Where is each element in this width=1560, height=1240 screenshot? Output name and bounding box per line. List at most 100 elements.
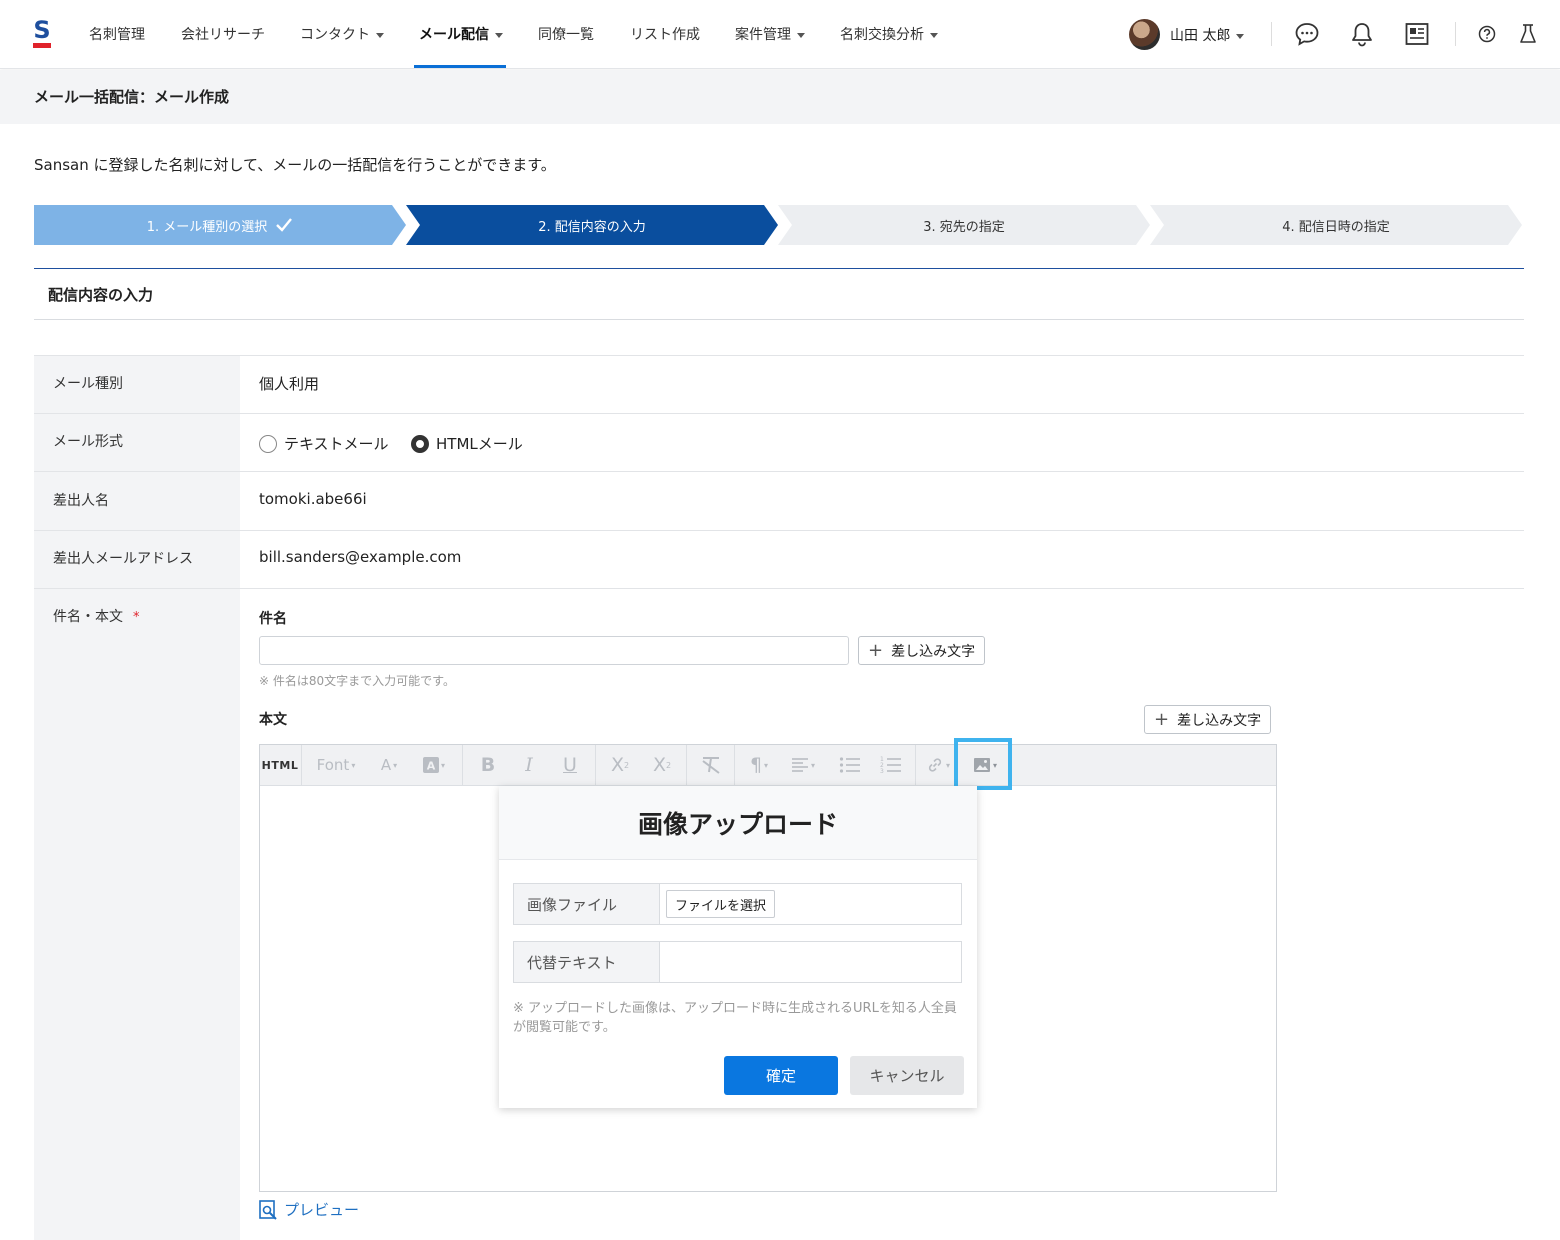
chevron-down-icon (376, 32, 384, 38)
sansan-logo[interactable]: S (33, 18, 51, 48)
row-divider (34, 588, 1524, 589)
step-2: 2. 配信内容の入力 (406, 205, 778, 245)
preview-link[interactable]: プレビュー (259, 1199, 359, 1220)
paragraph-dropdown[interactable]: ¶ ▾ (742, 753, 776, 777)
alt-text-input[interactable] (661, 942, 961, 982)
highlight-color-dropdown[interactable]: A ▾ (416, 753, 452, 777)
nav-item-colleagues[interactable]: 同僚一覧 (538, 24, 594, 44)
form-label-column (34, 355, 240, 1240)
subject-label: 件名 (259, 611, 287, 627)
subject-insert-button[interactable]: + 差し込み文字 (858, 636, 986, 665)
numbered-list-button[interactable]: 123 (877, 753, 905, 777)
logo-mark: S (33, 16, 51, 44)
radio-off-icon (259, 434, 277, 453)
nav-item-contact[interactable]: コンタクト (300, 24, 384, 44)
body-label: 本文 (259, 712, 287, 728)
nav-item-card-management[interactable]: 名刺管理 (89, 24, 145, 44)
mail-type-value: 個人利用 (259, 375, 320, 393)
chevron-down-icon (797, 32, 805, 38)
user-menu[interactable]: 山田 太郎 (1170, 25, 1245, 45)
upload-note: ※ アップロードした画像は、アップロード時に生成されるURLを知る人全員が閲覧可… (513, 1001, 957, 1035)
step-2-label: 2. 配信内容の入力 (538, 219, 646, 235)
highlight-color-icon: A (422, 757, 439, 773)
preview-icon (259, 1199, 277, 1220)
html-source-button[interactable]: HTML (262, 753, 298, 777)
subscript-button[interactable]: X2 (606, 753, 634, 777)
font-dropdown[interactable]: Font ▾ (310, 753, 362, 777)
row-divider (34, 471, 1524, 472)
toolbar-divider (301, 745, 302, 786)
format-text-radio[interactable]: テキストメール (259, 433, 389, 454)
row-divider (34, 530, 1524, 531)
clear-format-button[interactable] (696, 753, 726, 777)
image-file-label: 画像ファイル (514, 884, 660, 924)
mail-type-label: メール種別 (53, 376, 123, 392)
chevron-down-icon: ▾ (393, 760, 398, 770)
plus-icon: + (1154, 708, 1170, 730)
body-insert-label: 差し込み文字 (1177, 712, 1262, 729)
section-title: 配信内容の入力 (48, 286, 154, 304)
row-divider (34, 355, 1524, 356)
logo-bar (33, 43, 51, 48)
chevron-down-icon (1236, 33, 1245, 39)
image-file-row: 画像ファイル ファイルを選択 (513, 883, 962, 925)
step-4: 4. 配信日時の指定 (1150, 205, 1522, 245)
step-1-label: 1. メール種別の選択 (146, 219, 268, 235)
news-icon[interactable] (1403, 20, 1431, 48)
chevron-down-icon: ▾ (440, 760, 445, 770)
subject-input[interactable] (259, 636, 849, 665)
page-header-band (0, 70, 1560, 124)
subject-note: ※ 件名は80文字まで入力可能です。 (259, 674, 455, 688)
sender-name-value: tomoki.abe66i (259, 490, 367, 508)
format-html-radio[interactable]: HTMLメール (411, 433, 523, 454)
labs-icon[interactable] (1514, 20, 1542, 48)
superscript-button[interactable]: X2 (648, 753, 676, 777)
cancel-button[interactable]: キャンセル (850, 1056, 964, 1095)
nav-item-deal-management[interactable]: 案件管理 (735, 24, 805, 44)
chat-icon[interactable] (1293, 20, 1321, 48)
toolbar-divider (686, 745, 687, 786)
active-nav-indicator (414, 65, 506, 68)
avatar[interactable] (1129, 19, 1160, 50)
plus-icon: + (868, 639, 884, 661)
format-html-label: HTMLメール (436, 435, 523, 453)
section-divider (34, 268, 1524, 269)
toolbar-divider (595, 745, 596, 786)
bold-button[interactable]: B (474, 753, 502, 777)
alt-text-label: 代替テキスト (514, 942, 660, 982)
nav-item-mail-delivery[interactable]: メール配信 (419, 24, 503, 44)
help-icon[interactable] (1473, 20, 1501, 48)
choose-file-button[interactable]: ファイルを選択 (666, 890, 776, 918)
image-button-highlight (954, 738, 1012, 790)
underline-button[interactable]: U (556, 753, 584, 777)
font-size-dropdown[interactable]: A ▾ (372, 753, 406, 777)
bullet-list-icon (839, 757, 860, 773)
check-icon (276, 218, 293, 232)
svg-text:3: 3 (880, 768, 884, 774)
step-1: 1. メール種別の選択 (34, 205, 406, 245)
image-upload-dialog: 画像アップロード 画像ファイル ファイルを選択 代替テキスト ※ アップロードし… (499, 786, 977, 1108)
step-3: 3. 宛先の指定 (778, 205, 1150, 245)
mail-format-label: メール形式 (53, 434, 123, 450)
row-divider (34, 413, 1524, 414)
align-dropdown[interactable]: ▾ (786, 753, 820, 777)
nav-item-exchange-analysis[interactable]: 名刺交換分析 (840, 24, 938, 44)
radio-on-icon (411, 434, 429, 453)
link-dropdown[interactable]: ▾ (922, 753, 954, 777)
required-mark: * (133, 610, 140, 625)
dialog-title: 画像アップロード (499, 786, 977, 860)
chevron-down-icon (495, 32, 503, 38)
bullet-list-button[interactable] (836, 753, 864, 777)
nav-item-list-creation[interactable]: リスト作成 (630, 24, 700, 44)
nav-divider (1455, 22, 1456, 46)
preview-label: プレビュー (284, 1201, 360, 1219)
subject-insert-label: 差し込み文字 (891, 643, 976, 660)
nav-item-company-research[interactable]: 会社リサーチ (181, 24, 265, 44)
body-insert-button[interactable]: + 差し込み文字 (1144, 705, 1272, 734)
editor-toolbar: HTML Font ▾ A ▾ A ▾ B I U X2 X2 ¶ ▾ ▾ 123 ▾ (260, 745, 1276, 786)
sender-email-label: 差出人メールアドレス (53, 551, 193, 567)
confirm-button[interactable]: 確定 (724, 1056, 838, 1095)
italic-button[interactable]: I (515, 753, 543, 777)
bell-icon[interactable] (1348, 20, 1376, 48)
page-intro: Sansan に登録した名刺に対して、メールの一括配信を行うことができます。 (34, 156, 556, 174)
